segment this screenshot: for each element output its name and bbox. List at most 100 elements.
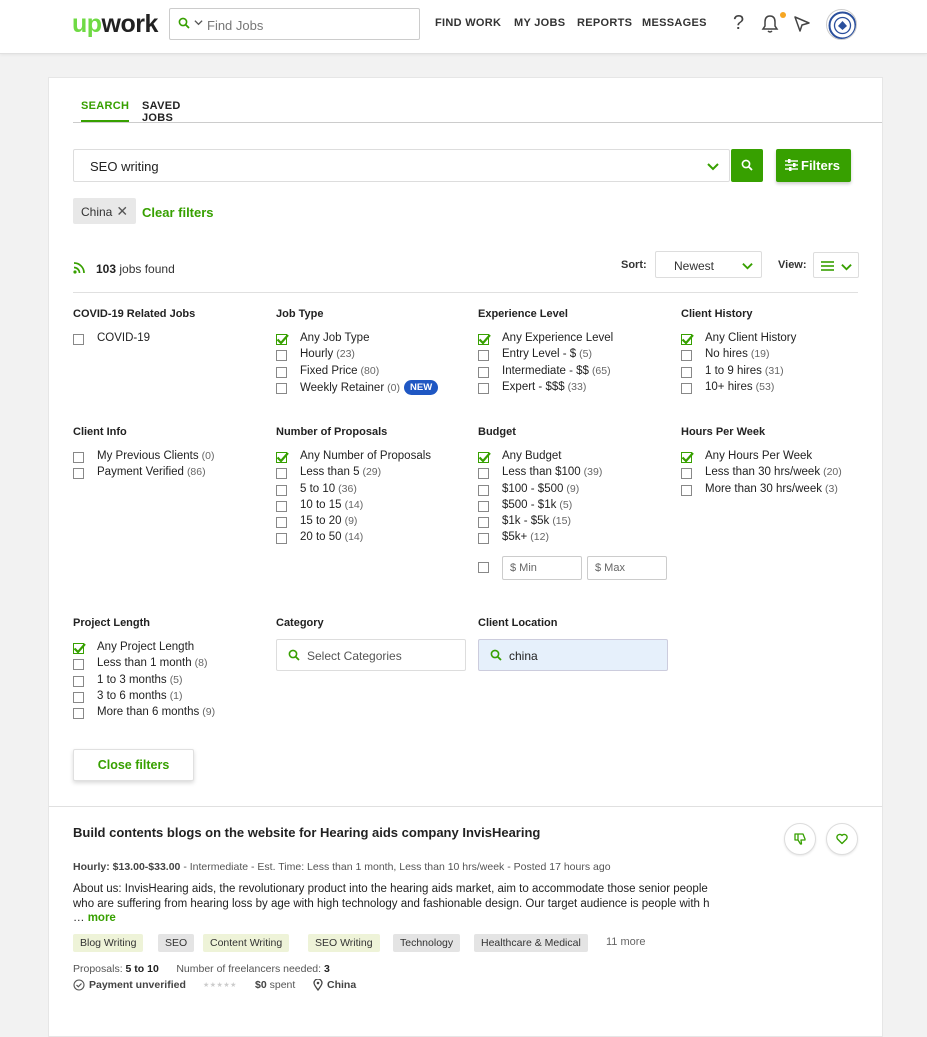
skill-tag[interactable]: SEO bbox=[158, 934, 195, 952]
chevron-down-icon[interactable] bbox=[194, 18, 203, 27]
checkbox[interactable] bbox=[478, 484, 489, 496]
filter-option[interactable]: Less than 30 hrs/week (20) bbox=[681, 466, 871, 482]
checkbox[interactable] bbox=[276, 366, 287, 378]
chevron-down-icon[interactable] bbox=[707, 160, 719, 172]
filter-option[interactable]: Less than 1 month (8) bbox=[73, 657, 263, 673]
checkbox[interactable] bbox=[276, 334, 289, 345]
send-icon[interactable] bbox=[793, 15, 811, 33]
checkbox[interactable] bbox=[73, 334, 84, 345]
checkbox[interactable] bbox=[276, 517, 287, 529]
filter-option[interactable]: Intermediate - $$ (65) bbox=[478, 365, 668, 381]
nav-my-jobs[interactable]: MY JOBS bbox=[514, 17, 565, 29]
filter-option[interactable]: Payment Verified (86) bbox=[73, 466, 263, 482]
bell-icon[interactable] bbox=[761, 14, 779, 34]
checkbox[interactable] bbox=[681, 484, 692, 496]
filter-option[interactable]: More than 6 months (9) bbox=[73, 706, 263, 722]
checkbox[interactable] bbox=[276, 350, 287, 362]
checkbox[interactable] bbox=[681, 334, 694, 345]
filter-option[interactable]: Any Number of Proposals bbox=[276, 450, 466, 466]
upwork-logo[interactable]: upwork bbox=[72, 10, 158, 39]
checkbox[interactable] bbox=[276, 468, 287, 480]
tab-saved-jobs[interactable]: SAVED JOBS bbox=[142, 100, 181, 132]
help-icon[interactable]: ? bbox=[733, 12, 744, 35]
checkbox[interactable] bbox=[276, 484, 287, 496]
checkbox[interactable] bbox=[478, 452, 491, 463]
filter-option[interactable]: 3 to 6 months (1) bbox=[73, 690, 263, 706]
view-select[interactable] bbox=[813, 252, 859, 278]
checkbox[interactable] bbox=[681, 350, 692, 362]
filter-option[interactable]: My Previous Clients (0) bbox=[73, 450, 263, 466]
filter-option[interactable]: 10+ hires (53) bbox=[681, 381, 871, 397]
filter-option[interactable]: COVID-19 bbox=[73, 332, 263, 348]
filter-option[interactable]: Expert - $$$ (33) bbox=[478, 381, 668, 397]
filter-option[interactable]: Hourly (23) bbox=[276, 348, 466, 364]
checkbox[interactable] bbox=[681, 468, 692, 480]
more-tags-link[interactable]: 11 more bbox=[606, 936, 646, 948]
filter-option[interactable]: 1 to 9 hires (31) bbox=[681, 365, 871, 381]
skill-tag[interactable]: Blog Writing bbox=[73, 934, 144, 952]
filter-option[interactable]: Entry Level - $ (5) bbox=[478, 348, 668, 364]
filter-option[interactable]: Less than 5 (29) bbox=[276, 466, 466, 482]
find-jobs-input[interactable] bbox=[207, 15, 407, 35]
filter-option[interactable]: Less than $100 (39) bbox=[478, 466, 668, 482]
filter-option[interactable]: 10 to 15 (14) bbox=[276, 499, 466, 515]
category-select[interactable]: Select Categories bbox=[276, 639, 466, 671]
checkbox[interactable] bbox=[478, 382, 489, 394]
find-jobs-search[interactable] bbox=[169, 8, 420, 40]
clear-filters-link[interactable]: Clear filters bbox=[142, 205, 214, 220]
checkbox[interactable] bbox=[73, 708, 84, 720]
skill-tag[interactable]: Technology bbox=[393, 934, 461, 952]
client-location-input[interactable]: china bbox=[478, 639, 668, 671]
checkbox[interactable] bbox=[681, 382, 692, 394]
nav-reports[interactable]: REPORTS bbox=[577, 17, 632, 29]
checkbox[interactable] bbox=[478, 500, 489, 512]
checkbox[interactable] bbox=[73, 659, 84, 671]
save-job-button[interactable] bbox=[826, 823, 858, 855]
nav-messages[interactable]: MESSAGES bbox=[642, 17, 707, 29]
filter-option[interactable]: Any Hours Per Week bbox=[681, 450, 871, 466]
checkbox[interactable] bbox=[73, 691, 84, 703]
job-search-input[interactable]: SEO writing bbox=[73, 149, 730, 182]
checkbox[interactable] bbox=[73, 675, 84, 687]
avatar[interactable] bbox=[826, 9, 857, 40]
filter-option[interactable]: More than 30 hrs/week (3) bbox=[681, 483, 871, 499]
filter-option[interactable]: Fixed Price (80) bbox=[276, 365, 466, 381]
filter-option[interactable]: Any Budget bbox=[478, 450, 668, 466]
close-filters-button[interactable]: Close filters bbox=[73, 749, 194, 781]
filter-option[interactable]: $500 - $1k (5) bbox=[478, 499, 668, 515]
filter-option[interactable]: 15 to 20 (9) bbox=[276, 515, 466, 531]
filter-option[interactable]: 5 to 10 (36) bbox=[276, 483, 466, 499]
filter-chip-china[interactable]: China ✕ bbox=[73, 198, 137, 224]
checkbox[interactable] bbox=[478, 517, 489, 529]
checkbox[interactable] bbox=[276, 452, 289, 463]
dislike-job-button[interactable] bbox=[784, 823, 816, 855]
rss-icon[interactable] bbox=[73, 262, 85, 274]
checkbox[interactable] bbox=[276, 500, 287, 512]
checkbox[interactable] bbox=[73, 643, 86, 654]
checkbox[interactable] bbox=[478, 533, 489, 545]
job-title-link[interactable]: Build contents blogs on the website for … bbox=[73, 825, 540, 840]
filter-option[interactable]: Any Client History bbox=[681, 332, 871, 348]
checkbox[interactable] bbox=[276, 533, 287, 545]
checkbox[interactable] bbox=[276, 382, 287, 394]
custom-budget-checkbox[interactable] bbox=[478, 562, 489, 573]
checkbox[interactable] bbox=[681, 366, 692, 378]
skill-tag[interactable]: Healthcare & Medical bbox=[474, 934, 588, 952]
checkbox[interactable] bbox=[73, 452, 84, 463]
budget-max-input[interactable]: $ Max bbox=[587, 556, 667, 580]
filter-option[interactable]: Weekly Retainer (0) NEW bbox=[276, 379, 466, 397]
tab-search[interactable]: SEARCH bbox=[81, 100, 130, 122]
filter-option[interactable]: $1k - $5k (15) bbox=[478, 515, 668, 531]
filter-option[interactable]: Any Experience Level bbox=[478, 332, 668, 348]
filter-option[interactable]: $5k+ (12) bbox=[478, 531, 668, 547]
filter-option[interactable]: Any Project Length bbox=[73, 641, 263, 657]
filters-button[interactable]: Filters bbox=[776, 149, 851, 182]
filter-option[interactable]: $100 - $500 (9) bbox=[478, 483, 668, 499]
budget-min-input[interactable]: $ Min bbox=[502, 556, 582, 580]
more-link[interactable]: more bbox=[88, 912, 116, 924]
nav-find-work[interactable]: FIND WORK bbox=[435, 17, 501, 29]
filter-option[interactable]: Any Job Type bbox=[276, 332, 466, 348]
close-icon[interactable]: ✕ bbox=[116, 203, 128, 219]
filter-option[interactable]: No hires (19) bbox=[681, 348, 871, 364]
checkbox[interactable] bbox=[73, 468, 84, 480]
